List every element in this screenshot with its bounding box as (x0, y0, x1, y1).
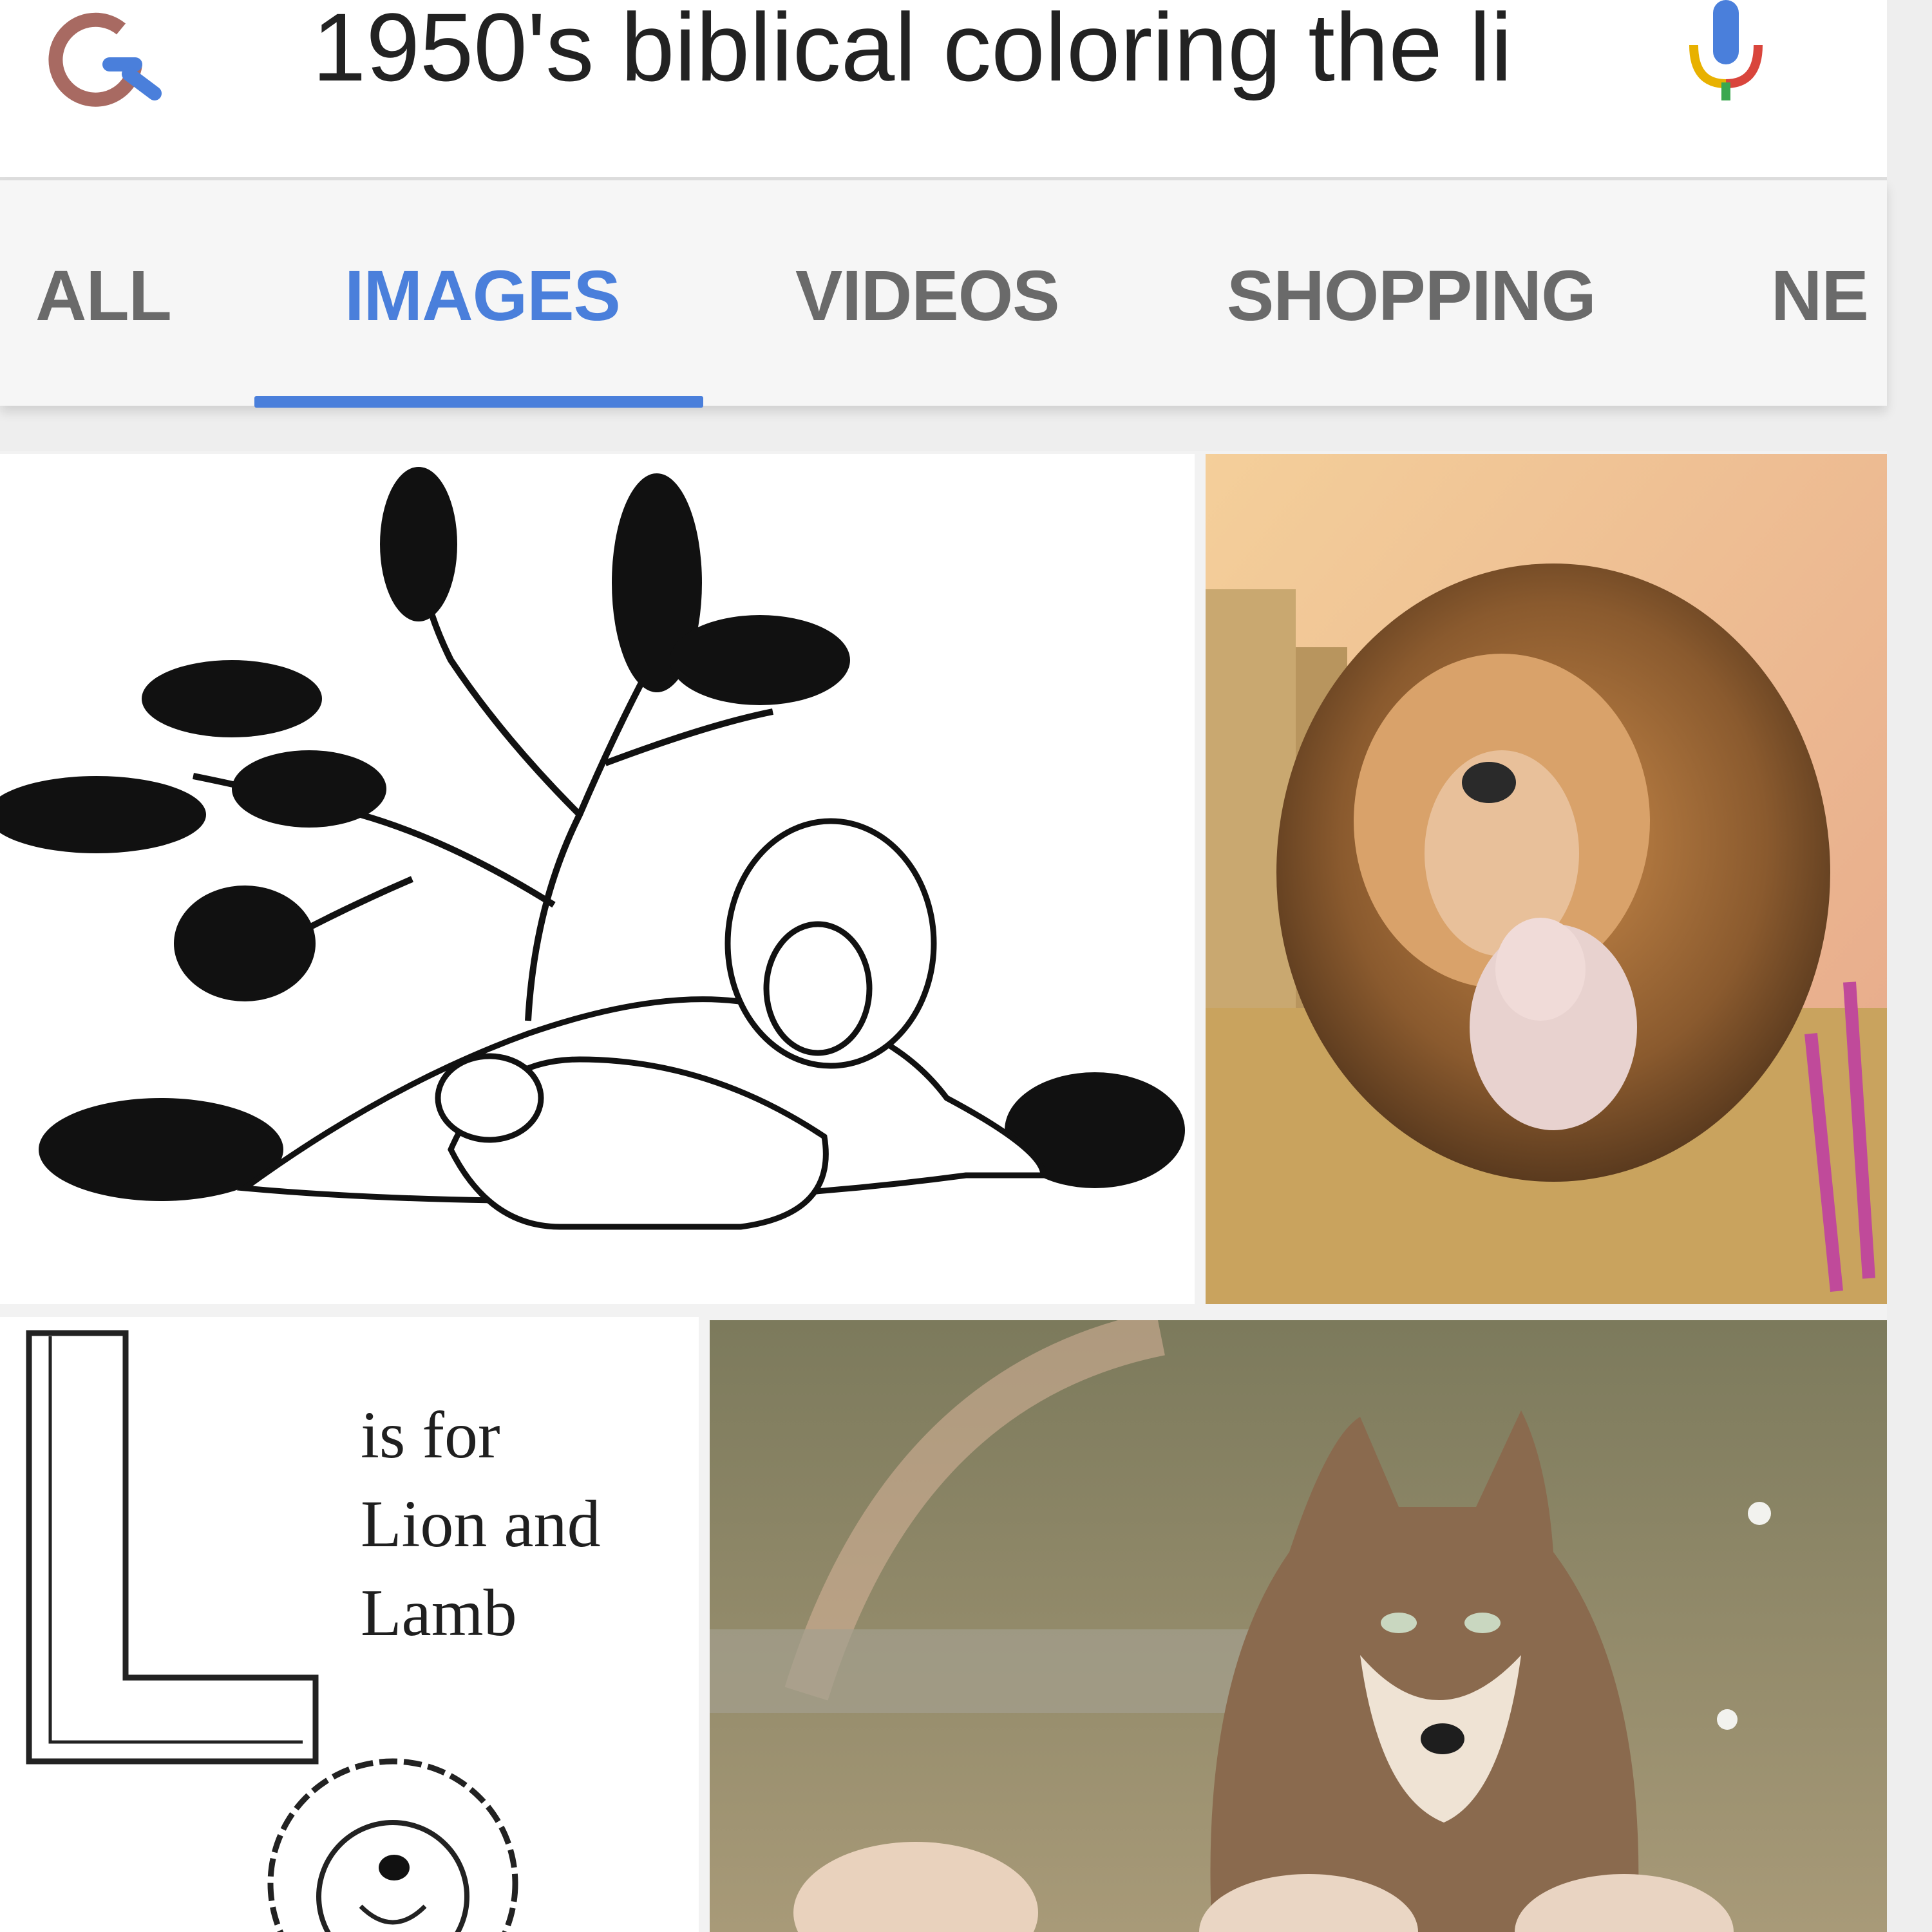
wolf-lambs-painting (710, 1320, 1887, 1932)
image-result-lion-lamb-drawing[interactable] (0, 454, 1195, 1304)
caption-line-2: Lion and (361, 1487, 601, 1561)
microphone-icon[interactable] (1681, 0, 1771, 109)
search-tabs: ALL IMAGES VIDEOS SHOPPING NE (0, 180, 1887, 408)
active-tab-indicator (254, 396, 703, 408)
caption-line-1: is for (361, 1398, 500, 1472)
google-g-icon[interactable] (39, 3, 174, 113)
letter-card-caption: is for Lion and Lamb (361, 1391, 601, 1658)
lion-lamb-line-art (0, 467, 1185, 1230)
tab-shopping[interactable]: SHOPPING (1227, 258, 1596, 335)
lion-lamb-painting (1206, 454, 1887, 1304)
search-input[interactable]: 1950's biblical coloring the li (312, 0, 1542, 102)
search-bar[interactable]: 1950's biblical coloring the li (0, 0, 1887, 180)
tab-videos[interactable]: VIDEOS (795, 258, 1060, 335)
tab-all[interactable]: ALL (35, 258, 172, 335)
tab-images[interactable]: IMAGES (345, 258, 621, 335)
caption-line-3: Lamb (361, 1576, 517, 1650)
image-result-lion-lamb-painting[interactable] (1206, 454, 1887, 1304)
tab-news[interactable]: NE (1771, 258, 1868, 335)
image-result-wolf-lambs[interactable] (710, 1320, 1887, 1932)
